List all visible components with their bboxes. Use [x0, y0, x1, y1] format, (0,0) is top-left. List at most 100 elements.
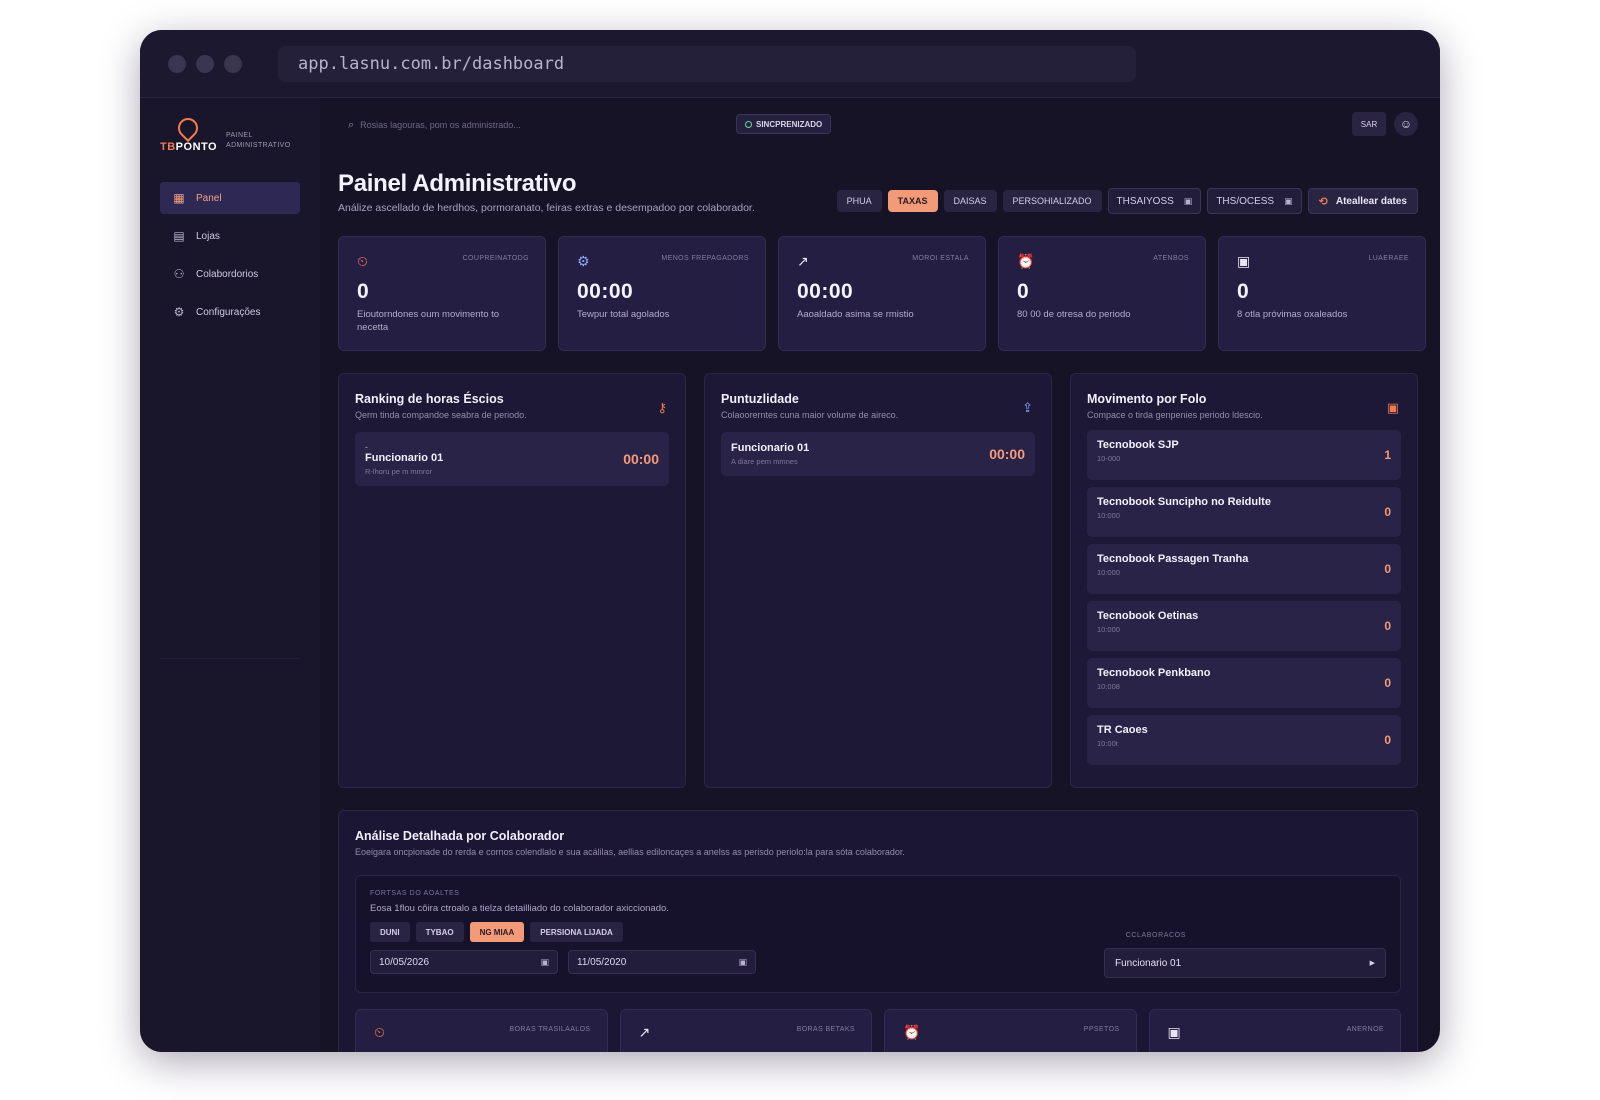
stat-label: BORAS BETAKS — [796, 1026, 855, 1033]
movimento-panel: Movimento por Folo Compace o tirda genpe… — [1070, 373, 1418, 788]
browser-window: app.lasnu.com.br/dashboard TBPONTO PAINE… — [140, 30, 1440, 1052]
employee-meta: R-lhoru pe m mmror — [365, 467, 433, 476]
gear-icon: ⚙ — [173, 305, 185, 319]
section-title: Análise Detalhada por Colaborador — [355, 829, 565, 843]
detail-section: Análise Detalhada por Colaborador Eoeiga… — [338, 810, 1418, 1052]
date-from-value: 10/05/2026 — [379, 956, 430, 968]
chevron-right-icon: ▶ — [1369, 960, 1375, 967]
stat-description: 8 otla próvimas oxaleados — [1237, 309, 1348, 320]
window-close-dot[interactable] — [168, 55, 186, 73]
panel-subtitle: Colaoorerntes cuna maior volume de airec… — [721, 410, 899, 420]
filter-chip-active[interactable]: NG MIAA — [469, 922, 525, 942]
panel-title: Ranking de horas Éscios — [355, 392, 504, 406]
detail-date-to[interactable]: 11/05/2020 ▣ — [568, 950, 756, 974]
detail-filters: FORTSAS DO AOALTES Eosa 1flou côira ctro… — [355, 875, 1401, 993]
store-meta: 10:000 — [1097, 568, 1120, 577]
stat-label: PPSETOS — [1083, 1026, 1120, 1033]
employee-name: Funcionario 01 — [365, 452, 444, 464]
user-avatar-icon[interactable]: ☺ — [1394, 112, 1418, 136]
store-row[interactable]: Tecnobook Passagen Tranha 10:000 0 — [1087, 544, 1401, 594]
export-icon[interactable]: ⇪ — [1022, 400, 1033, 416]
sidebar-nav: ▦ Panel ▤ Lojas ⚇ Colabordorios ⚙ Config… — [160, 182, 300, 334]
brand-logo: TBPONTO — [160, 113, 218, 153]
sync-status-label: SINCPRENIZADO — [756, 119, 823, 129]
ranking-row[interactable]: - Funcionario 01 R-lhoru pe m mmror 00:0… — [355, 432, 669, 486]
topbar: ⌕ Rosias lagouras, pom os administrado..… — [338, 112, 1418, 138]
calendar-icon[interactable]: ▣ — [1387, 400, 1399, 416]
stat-value: 0 — [1237, 280, 1250, 303]
filter-chip[interactable]: PERSIONA LIJADA — [530, 922, 623, 942]
sidebar-item-colaboradores[interactable]: ⚇ Colabordorios — [160, 258, 300, 290]
store-meta: 10:000 — [1097, 625, 1120, 634]
store-count: 0 — [1384, 562, 1391, 576]
date-to-input[interactable]: THS/OCESS ▣ — [1207, 188, 1302, 214]
sar-button[interactable]: SAR — [1352, 112, 1386, 136]
pontualidade-panel: Puntuzlidade Colaoorerntes cuna maior vo… — [704, 373, 1052, 788]
key-icon[interactable]: ⚷ — [657, 400, 667, 416]
store-name: Tecnobook Suncipho no Reidulte — [1097, 496, 1271, 508]
store-name: Tecnobook Penkbano — [1097, 667, 1211, 679]
employee-name: Funcionario 01 — [731, 442, 810, 454]
users-icon: ⚇ — [173, 267, 185, 281]
store-row[interactable]: Tecnobook SJP 10-000 1 — [1087, 430, 1401, 480]
detail-stats-row: ⏲ BORAS TRASILAALOS ↗ BORAS BETAKS ⏰ PPS… — [355, 1009, 1401, 1052]
sync-status-badge: SINCPRENIZADO — [736, 114, 832, 134]
sidebar: TBPONTO PAINEL ADMINISTRATIVO ▦ Panel ▤ … — [140, 98, 320, 1052]
panels-row: Ranking de horas Éscios Qerm tinda compa… — [338, 373, 1418, 788]
window-minimize-dot[interactable] — [196, 55, 214, 73]
ranking-panel: Ranking de horas Éscios Qerm tinda compa… — [338, 373, 686, 788]
stat-card: ⏰ ATENBOS 0 80 00 de otresa do periodo — [998, 236, 1206, 351]
filter-chip[interactable]: PERSOHIALIZADO — [1002, 190, 1102, 212]
brand-subtitle: PAINEL ADMINISTRATIVO — [226, 132, 291, 149]
filter-chip[interactable]: TYBAO — [415, 922, 464, 942]
store-row[interactable]: TR Caoes 10:00t 0 — [1087, 715, 1401, 765]
store-name: Tecnobook Passagen Tranha — [1097, 553, 1249, 565]
stat-label: MOROI ESTALA — [912, 255, 969, 262]
pontualidade-row[interactable]: Funcionario 01 A diare pem mmnes 00:00 — [721, 432, 1035, 476]
sidebar-item-label: Colabordorios — [196, 268, 259, 280]
sidebar-item-lojas[interactable]: ▤ Lojas — [160, 220, 300, 252]
collaborator-value: Funcionario 01 — [1115, 957, 1182, 969]
refresh-icon: ⟲ — [1318, 195, 1328, 208]
store-row[interactable]: Tecnobook Oetinas 10:000 0 — [1087, 601, 1401, 651]
stat-card: ▣ ANERNOE — [1148, 1009, 1401, 1052]
filter-chip[interactable]: PHUA — [836, 190, 882, 212]
stat-label: ATENBOS — [1153, 255, 1189, 262]
store-row[interactable]: Tecnobook Penkbano 10:008 0 — [1087, 658, 1401, 708]
date-from-input[interactable]: THSAIYOSS ▣ — [1107, 188, 1202, 214]
sync-status-icon — [745, 120, 752, 128]
ranking-position: - — [365, 442, 368, 452]
calendar-icon: ▣ — [1284, 195, 1293, 206]
collaborator-select[interactable]: Funcionario 01 ▶ — [1104, 948, 1386, 978]
store-row[interactable]: Tecnobook Suncipho no Reidulte 10:000 0 — [1087, 487, 1401, 537]
date-to-value: THS/OCESS — [1216, 195, 1275, 207]
sidebar-item-panel[interactable]: ▦ Panel — [160, 182, 300, 214]
grid-icon: ▦ — [173, 191, 185, 205]
browser-chrome: app.lasnu.com.br/dashboard — [140, 30, 1440, 98]
sidebar-item-label: Lojas — [196, 230, 220, 242]
brand: TBPONTO PAINEL ADMINISTRATIVO — [160, 113, 291, 153]
stat-card: ↗ MOROI ESTALA 00:00 Aaoaldado asima se … — [778, 236, 986, 351]
update-dates-button[interactable]: ⟲ Ateallear dates — [1307, 188, 1418, 214]
filter-chip[interactable]: DUNI — [370, 922, 410, 942]
store-count: 0 — [1384, 505, 1391, 519]
address-bar[interactable]: app.lasnu.com.br/dashboard — [278, 46, 1136, 82]
stat-value: 00:00 — [797, 280, 854, 303]
filters-label: FORTSAS DO AOALTES — [370, 890, 460, 897]
brand-name: TBPONTO — [160, 141, 218, 153]
search-icon: ⌕ — [348, 118, 355, 131]
search-input[interactable]: ⌕ Rosias lagouras, pom os administrado..… — [338, 112, 718, 138]
sidebar-item-configuracoes[interactable]: ⚙ Configurações — [160, 296, 300, 328]
panel-subtitle: Qerm tinda compandoe seabra de periodo. — [355, 410, 527, 420]
store-count: 0 — [1384, 619, 1391, 633]
filter-chip-active[interactable]: TAXAS — [887, 190, 938, 212]
page-subtitle: Análize ascellado de herdhos, pormoranat… — [338, 202, 755, 214]
stat-label: MENOS FREPAGADORS — [661, 255, 749, 262]
stat-value: 0 — [1017, 280, 1030, 303]
stat-card: ▣ LUAERAEE 0 8 otla próvimas oxaleados — [1218, 236, 1426, 351]
window-maximize-dot[interactable] — [224, 55, 242, 73]
filters-description: Eosa 1flou côira ctroalo a tielza detail… — [370, 903, 669, 914]
stat-card: ⚙ MENOS FREPAGADORS 00:00 Tewpur total a… — [558, 236, 766, 351]
detail-date-from[interactable]: 10/05/2026 ▣ — [370, 950, 558, 974]
filter-chip[interactable]: DAISAS — [943, 190, 997, 212]
